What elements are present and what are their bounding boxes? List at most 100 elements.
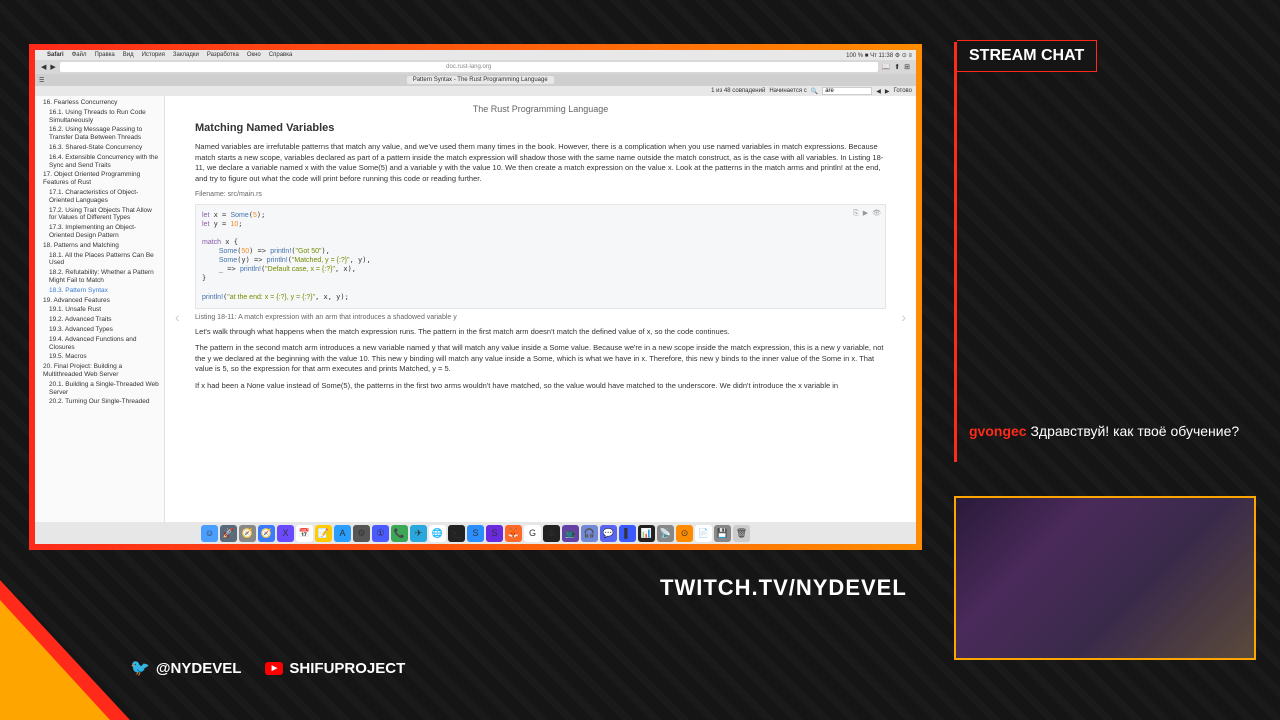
sidebar-item[interactable]: 17.3. Implementing an Object-Oriented De… <box>39 223 160 241</box>
dock-app-icon[interactable]: 📊 <box>638 525 655 542</box>
menu-item[interactable]: Окно <box>247 52 261 58</box>
macos-window: Safari Файл Правка Вид История Закладки … <box>35 50 916 544</box>
copy-icon[interactable]: ⎘ <box>853 209 859 218</box>
search-icon: 🔍 <box>811 88 818 95</box>
sidebar-item[interactable]: 18.3. Pattern Syntax <box>39 286 160 296</box>
dock-app-icon[interactable]: A <box>334 525 351 542</box>
stream-chat-panel: STREAM CHAT gvongec Здравствуй! как твоё… <box>954 42 1256 462</box>
dock-app-icon[interactable]: >_ <box>448 525 465 542</box>
code-filename: Filename: src/main.rs <box>195 190 886 200</box>
social-bar: 🐦@NYDEVEL ▶SHIFUPROJECT <box>130 658 405 678</box>
macos-menubar[interactable]: Safari Файл Правка Вид История Закладки … <box>35 50 916 60</box>
sidebar-item[interactable]: 16. Fearless Concurrency <box>39 98 160 108</box>
sidebar-item[interactable]: 20.1. Building a Single-Threaded Web Ser… <box>39 380 160 398</box>
find-done[interactable]: Готово <box>893 88 912 94</box>
sidebar-item[interactable]: 19.5. Macros <box>39 352 160 362</box>
prev-page-icon[interactable]: ‹ <box>175 309 180 325</box>
dock-app-icon[interactable]: S <box>467 525 484 542</box>
menu-item[interactable]: Закладки <box>173 52 199 58</box>
macos-dock[interactable]: ☺🚀🧭🧭X📅📝A⚙①📞✈🌐>_SS🦊G⊙📺🎧💬▌📊📡⊙📄💾🗑 <box>35 522 916 544</box>
sidebar-item[interactable]: 17.2. Using Trait Objects That Allow for… <box>39 206 160 224</box>
dock-app-icon[interactable]: 🌐 <box>429 525 446 542</box>
sidebar-item[interactable]: 18. Patterns and Matching <box>39 241 160 251</box>
tabs-icon[interactable]: ⊞ <box>904 63 910 71</box>
twitter-icon: 🐦 <box>130 658 150 678</box>
twitter-handle: 🐦@NYDEVEL <box>130 658 241 678</box>
share-icon[interactable]: ⬆ <box>894 63 900 71</box>
dock-app-icon[interactable]: G <box>524 525 541 542</box>
dock-app-icon[interactable]: ⊙ <box>543 525 560 542</box>
sidebar-icon[interactable]: ☰ <box>39 77 44 84</box>
dock-app-icon[interactable]: 🚀 <box>220 525 237 542</box>
play-icon[interactable]: ▶ <box>863 209 868 218</box>
find-next-icon[interactable]: ▶ <box>885 88 890 95</box>
dock-app-icon[interactable]: 🗑 <box>733 525 750 542</box>
twitch-url: TWITCH.TV/NYDEVEL <box>660 575 907 601</box>
sidebar-item[interactable]: 19.2. Advanced Traits <box>39 315 160 325</box>
dock-app-icon[interactable]: ① <box>372 525 389 542</box>
sidebar-item[interactable]: 16.3. Shared-State Concurrency <box>39 143 160 153</box>
sidebar-item[interactable]: 18.2. Refutability: Whether a Pattern Mi… <box>39 268 160 286</box>
menu-item[interactable]: Правка <box>94 52 114 58</box>
dock-app-icon[interactable]: ☺ <box>201 525 218 542</box>
screen-capture-frame: Safari Файл Правка Вид История Закладки … <box>29 44 922 550</box>
dock-app-icon[interactable]: 🧭 <box>258 525 275 542</box>
chat-text: Здравствуй! как твоё обучение? <box>1030 423 1239 439</box>
dock-app-icon[interactable]: 📅 <box>296 525 313 542</box>
dock-app-icon[interactable]: 🎧 <box>581 525 598 542</box>
doc-content: ‹ › The Rust Programming Language Matchi… <box>165 96 916 522</box>
dock-app-icon[interactable]: 💬 <box>600 525 617 542</box>
chat-username[interactable]: gvongec <box>969 423 1027 439</box>
sidebar-item[interactable]: 20.2. Turning Our Single-Threaded <box>39 397 160 407</box>
menu-item[interactable]: Вид <box>123 52 134 58</box>
sidebar-item[interactable]: 16.2. Using Message Passing to Transfer … <box>39 125 160 143</box>
dock-app-icon[interactable]: ✈ <box>410 525 427 542</box>
find-count: 1 из 48 совпадений <box>711 88 765 94</box>
dock-app-icon[interactable]: 📡 <box>657 525 674 542</box>
dock-app-icon[interactable]: 📄 <box>695 525 712 542</box>
dock-app-icon[interactable]: S <box>486 525 503 542</box>
webcam-feed <box>954 496 1256 660</box>
sidebar-item[interactable]: 16.4. Extensible Concurrency with the Sy… <box>39 153 160 171</box>
menu-item[interactable]: Файл <box>72 52 87 58</box>
eye-icon[interactable]: 👁 <box>872 209 881 218</box>
dock-app-icon[interactable]: 📝 <box>315 525 332 542</box>
dock-app-icon[interactable]: 📺 <box>562 525 579 542</box>
book-sidebar[interactable]: 16. Fearless Concurrency16.1. Using Thre… <box>35 96 165 522</box>
menu-item[interactable]: Разработка <box>207 52 239 58</box>
dock-app-icon[interactable]: X <box>277 525 294 542</box>
sidebar-item[interactable]: 19.1. Unsafe Rust <box>39 305 160 315</box>
sidebar-item[interactable]: 19.3. Advanced Types <box>39 325 160 335</box>
url-bar[interactable]: doc.rust-lang.org <box>60 62 878 72</box>
forward-icon[interactable]: ▶ <box>50 63 55 71</box>
app-name[interactable]: Safari <box>47 52 64 58</box>
find-prev-icon[interactable]: ◀ <box>876 88 881 95</box>
dock-app-icon[interactable]: ⊙ <box>676 525 693 542</box>
paragraph: The pattern in the second match arm intr… <box>195 343 886 375</box>
dock-app-icon[interactable]: 💾 <box>714 525 731 542</box>
back-icon[interactable]: ◀ <box>41 63 46 71</box>
dock-app-icon[interactable]: 🦊 <box>505 525 522 542</box>
find-mode[interactable]: Начинается с <box>769 88 806 94</box>
code-block: ⎘▶👁let x = Some(5); let y = 10; match x … <box>195 204 886 309</box>
find-input[interactable] <box>822 87 872 95</box>
sidebar-item[interactable]: 16.1. Using Threads to Run Code Simultan… <box>39 108 160 126</box>
sidebar-item[interactable]: 17.1. Characteristics of Object-Oriented… <box>39 188 160 206</box>
reader-icon[interactable]: 📖 <box>882 63 891 71</box>
menu-item[interactable]: Справка <box>269 52 293 58</box>
menu-item[interactable]: История <box>142 52 165 58</box>
sidebar-item[interactable]: 17. Object Oriented Programming Features… <box>39 170 160 188</box>
browser-toolbar: ◀ ▶ doc.rust-lang.org 📖 ⬆ ⊞ <box>35 60 916 74</box>
browser-tab[interactable]: Pattern Syntax - The Rust Programming La… <box>407 76 554 84</box>
dock-app-icon[interactable]: 📞 <box>391 525 408 542</box>
menubar-status: 100 % ■ Чт 11:38 ⚙ ⊙ ≡ <box>846 52 912 59</box>
dock-app-icon[interactable]: 🧭 <box>239 525 256 542</box>
sidebar-item[interactable]: 19. Advanced Features <box>39 296 160 306</box>
dock-app-icon[interactable]: ▌ <box>619 525 636 542</box>
dock-app-icon[interactable]: ⚙ <box>353 525 370 542</box>
sidebar-item[interactable]: 18.1. All the Places Patterns Can Be Use… <box>39 251 160 269</box>
sidebar-item[interactable]: 19.4. Advanced Functions and Closures <box>39 335 160 353</box>
sidebar-item[interactable]: 20. Final Project: Building a Multithrea… <box>39 362 160 380</box>
next-page-icon[interactable]: › <box>901 309 906 325</box>
paragraph: Let's walk through what happens when the… <box>195 327 886 338</box>
